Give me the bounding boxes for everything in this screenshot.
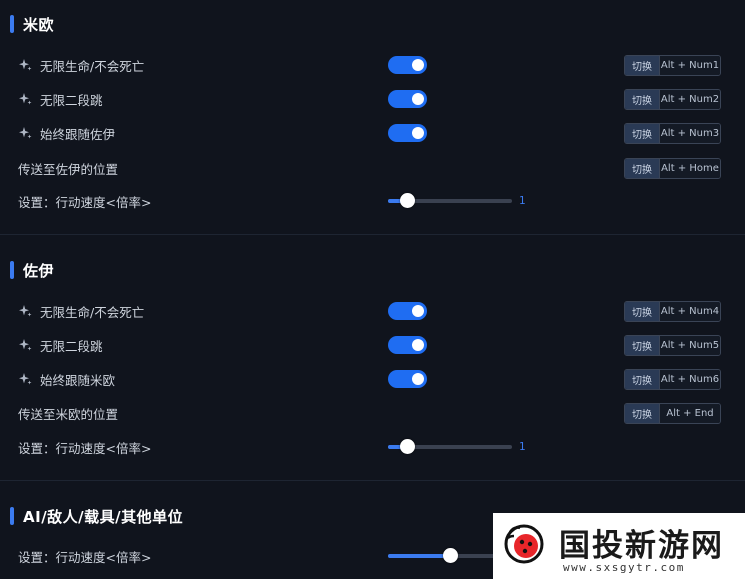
- hotkey-button[interactable]: 切换 Alt + Num5: [624, 335, 721, 356]
- feature-row: 始终跟随米欧 切换 Alt + Num6: [0, 365, 745, 393]
- slider-knob[interactable]: [400, 193, 416, 208]
- watermark: 国投新游网 www.sxsgytr.com: [493, 513, 745, 579]
- sparkle-icon: [19, 373, 32, 385]
- sparkle-icon: [19, 59, 32, 71]
- toggle-switch[interactable]: [388, 336, 427, 354]
- feature-row: 无限生命/不会死亡 切换 Alt + Num4: [0, 297, 745, 325]
- feature-row: 无限二段跳 切换 Alt + Num5: [0, 331, 745, 359]
- toggle-switch[interactable]: [388, 124, 427, 142]
- hotkey-keys: Alt + Home: [660, 159, 720, 178]
- sparkle-icon: [19, 339, 32, 351]
- hotkey-button[interactable]: 切换 Alt + Num2: [624, 89, 721, 110]
- toggle-knob: [412, 373, 424, 385]
- sparkle-icon: [19, 127, 32, 139]
- hotkey-button[interactable]: 切换 Alt + Home: [624, 158, 721, 179]
- switch-label: 切换: [625, 302, 660, 321]
- section-divider: [0, 234, 745, 235]
- section-accent-bar: [10, 507, 14, 525]
- slider-label: 设置：行动速度<倍率>: [18, 194, 152, 210]
- hotkey-button[interactable]: 切换 Alt + Num1: [624, 55, 721, 76]
- slider-knob[interactable]: [400, 439, 416, 454]
- toggle-knob: [412, 59, 424, 71]
- toggle-knob: [412, 93, 424, 105]
- toggle-switch[interactable]: [388, 56, 427, 74]
- switch-label: 切换: [625, 159, 660, 178]
- toggle-knob: [412, 339, 424, 351]
- switch-label: 切换: [625, 370, 660, 389]
- feature-row: 无限生命/不会死亡 切换 Alt + Num1: [0, 51, 745, 79]
- switch-label: 切换: [625, 404, 660, 423]
- feature-label: 无限生命/不会死亡: [40, 304, 145, 320]
- speed-slider[interactable]: [388, 439, 512, 454]
- feature-label: 无限二段跳: [40, 92, 103, 108]
- feature-row: 始终跟随佐伊 切换 Alt + Num3: [0, 119, 745, 147]
- section-title: AI/敌人/载具/其他单位: [23, 507, 184, 526]
- hotkey-keys: Alt + Num6: [660, 370, 720, 389]
- toggle-switch[interactable]: [388, 90, 427, 108]
- feature-row: 无限二段跳 切换 Alt + Num2: [0, 85, 745, 113]
- hotkey-button[interactable]: 切换 Alt + Num6: [624, 369, 721, 390]
- hotkey-keys: Alt + Num4: [660, 302, 720, 321]
- slider-row: 设置：行动速度<倍率> 1: [0, 433, 745, 461]
- watermark-title: 国投新游网: [559, 528, 724, 564]
- slider-label: 设置：行动速度<倍率>: [18, 440, 152, 456]
- section-title: 佐伊: [23, 261, 55, 280]
- hotkey-keys: Alt + Num2: [660, 90, 720, 109]
- slider-fill: [388, 554, 450, 558]
- speed-slider[interactable]: [388, 193, 512, 208]
- section-accent-bar: [10, 15, 14, 33]
- hotkey-button[interactable]: 切换 Alt + Num3: [624, 123, 721, 144]
- section-header-zoe: 佐伊: [10, 260, 54, 280]
- toggle-knob: [412, 305, 424, 317]
- section-divider: [0, 480, 745, 481]
- section-title: 米欧: [23, 15, 55, 34]
- feature-label: 无限二段跳: [40, 338, 103, 354]
- hotkey-keys: Alt + Num3: [660, 124, 720, 143]
- sparkle-icon: [19, 93, 32, 105]
- toggle-switch[interactable]: [388, 302, 427, 320]
- feature-label: 无限生命/不会死亡: [40, 58, 145, 74]
- switch-label: 切换: [625, 56, 660, 75]
- hotkey-keys: Alt + Num1: [660, 56, 720, 75]
- section-header-miou: 米欧: [10, 14, 54, 34]
- hotkey-button[interactable]: 切换 Alt + End: [624, 403, 721, 424]
- action-row: 传送至米欧的位置 切换 Alt + End: [0, 399, 745, 427]
- ladybug-logo-icon: [504, 524, 544, 564]
- section-header-ai: AI/敌人/载具/其他单位: [10, 506, 183, 526]
- section-accent-bar: [10, 261, 14, 279]
- hotkey-keys: Alt + End: [660, 404, 720, 423]
- slider-value: 1: [519, 441, 526, 453]
- slider-knob[interactable]: [443, 548, 458, 563]
- hotkey-button[interactable]: 切换 Alt + Num4: [624, 301, 721, 322]
- slider-label: 设置：行动速度<倍率>: [18, 549, 152, 565]
- slider-value: 1: [519, 195, 526, 207]
- toggle-switch[interactable]: [388, 370, 427, 388]
- feature-label: 始终跟随佐伊: [40, 126, 116, 142]
- hotkey-keys: Alt + Num5: [660, 336, 720, 355]
- feature-label: 始终跟随米欧: [40, 372, 116, 388]
- action-label: 传送至佐伊的位置: [18, 161, 119, 177]
- toggle-knob: [412, 127, 424, 139]
- action-label: 传送至米欧的位置: [18, 406, 119, 422]
- action-row: 传送至佐伊的位置 切换 Alt + Home: [0, 154, 745, 182]
- sparkle-icon: [19, 305, 32, 317]
- switch-label: 切换: [625, 336, 660, 355]
- switch-label: 切换: [625, 90, 660, 109]
- watermark-url: www.sxsgytr.com: [563, 561, 685, 574]
- slider-row: 设置：行动速度<倍率> 1: [0, 187, 745, 215]
- switch-label: 切换: [625, 124, 660, 143]
